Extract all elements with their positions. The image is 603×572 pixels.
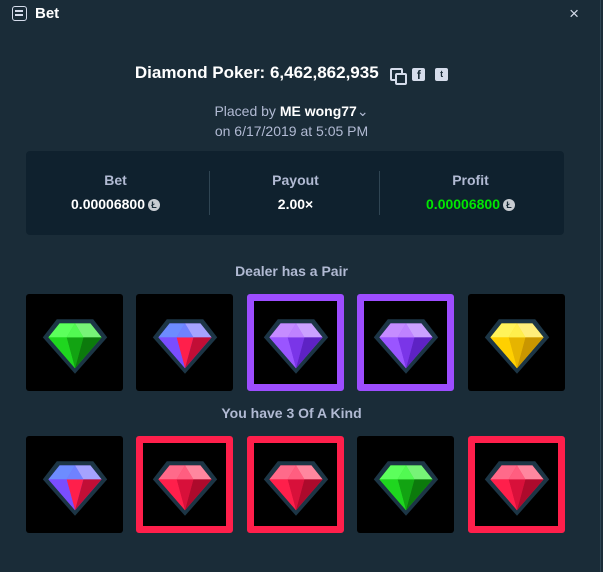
stats-panel: Bet 0.00006800 Ł Payout 2.00× Profit 0.00… — [26, 151, 564, 235]
stat-separator — [379, 171, 380, 215]
placed-prefix: Placed by — [214, 103, 276, 119]
bet-value: 0.00006800 — [71, 196, 145, 212]
player-card — [247, 436, 344, 533]
bet-icon — [12, 6, 27, 21]
chevron-down-icon[interactable]: ⌄ — [357, 103, 369, 119]
coin-icon: Ł — [147, 199, 160, 212]
dealer-card — [247, 294, 344, 391]
modal-header: Bet × — [0, 0, 603, 30]
profit-value-row: 0.00006800 Ł — [381, 196, 560, 212]
player-card — [357, 436, 454, 533]
placed-info: Placed by ME wong77⌄ on 6/17/2019 at 5:0… — [0, 101, 583, 141]
player-card — [468, 436, 565, 533]
modal-title: Bet — [35, 5, 60, 22]
payout-label: Payout — [272, 172, 319, 188]
bet-modal: Bet × Diamond Poker: 6,462,862,935 f t P… — [0, 0, 603, 572]
dealer-caption: Dealer has a Pair — [235, 263, 348, 279]
profit-value: 0.00006800 — [426, 196, 500, 212]
game-title-row: Diamond Poker: 6,462,862,935 f t — [0, 63, 583, 85]
bet-label: Bet — [104, 172, 127, 188]
close-icon[interactable]: × — [569, 4, 579, 24]
player-card — [26, 436, 123, 533]
player-card — [136, 436, 233, 533]
placed-date: on 6/17/2019 at 5:05 PM — [214, 123, 369, 139]
payout-value: 2.00× — [277, 196, 314, 212]
modal-divider — [600, 0, 601, 572]
dealer-card — [136, 294, 233, 391]
facebook-icon[interactable]: f — [412, 67, 426, 82]
dealer-card — [468, 294, 565, 391]
user-link[interactable]: ME wong77 — [280, 103, 357, 119]
dealer-card — [357, 294, 454, 391]
game-title: Diamond Poker: 6,462,862,935 — [134, 63, 379, 82]
profit-label: Profit — [452, 172, 489, 188]
coin-icon: Ł — [502, 199, 515, 212]
stat-profit: Profit 0.00006800 Ł — [381, 151, 560, 235]
bet-value-row: 0.00006800 Ł — [26, 196, 205, 212]
twitter-icon[interactable]: t — [435, 67, 449, 81]
copy-icon[interactable] — [389, 67, 407, 85]
stat-bet: Bet 0.00006800 Ł — [26, 151, 205, 235]
stat-payout: Payout 2.00× — [206, 151, 385, 235]
player-caption: You have 3 Of A Kind — [221, 405, 362, 421]
dealer-card — [26, 294, 123, 391]
